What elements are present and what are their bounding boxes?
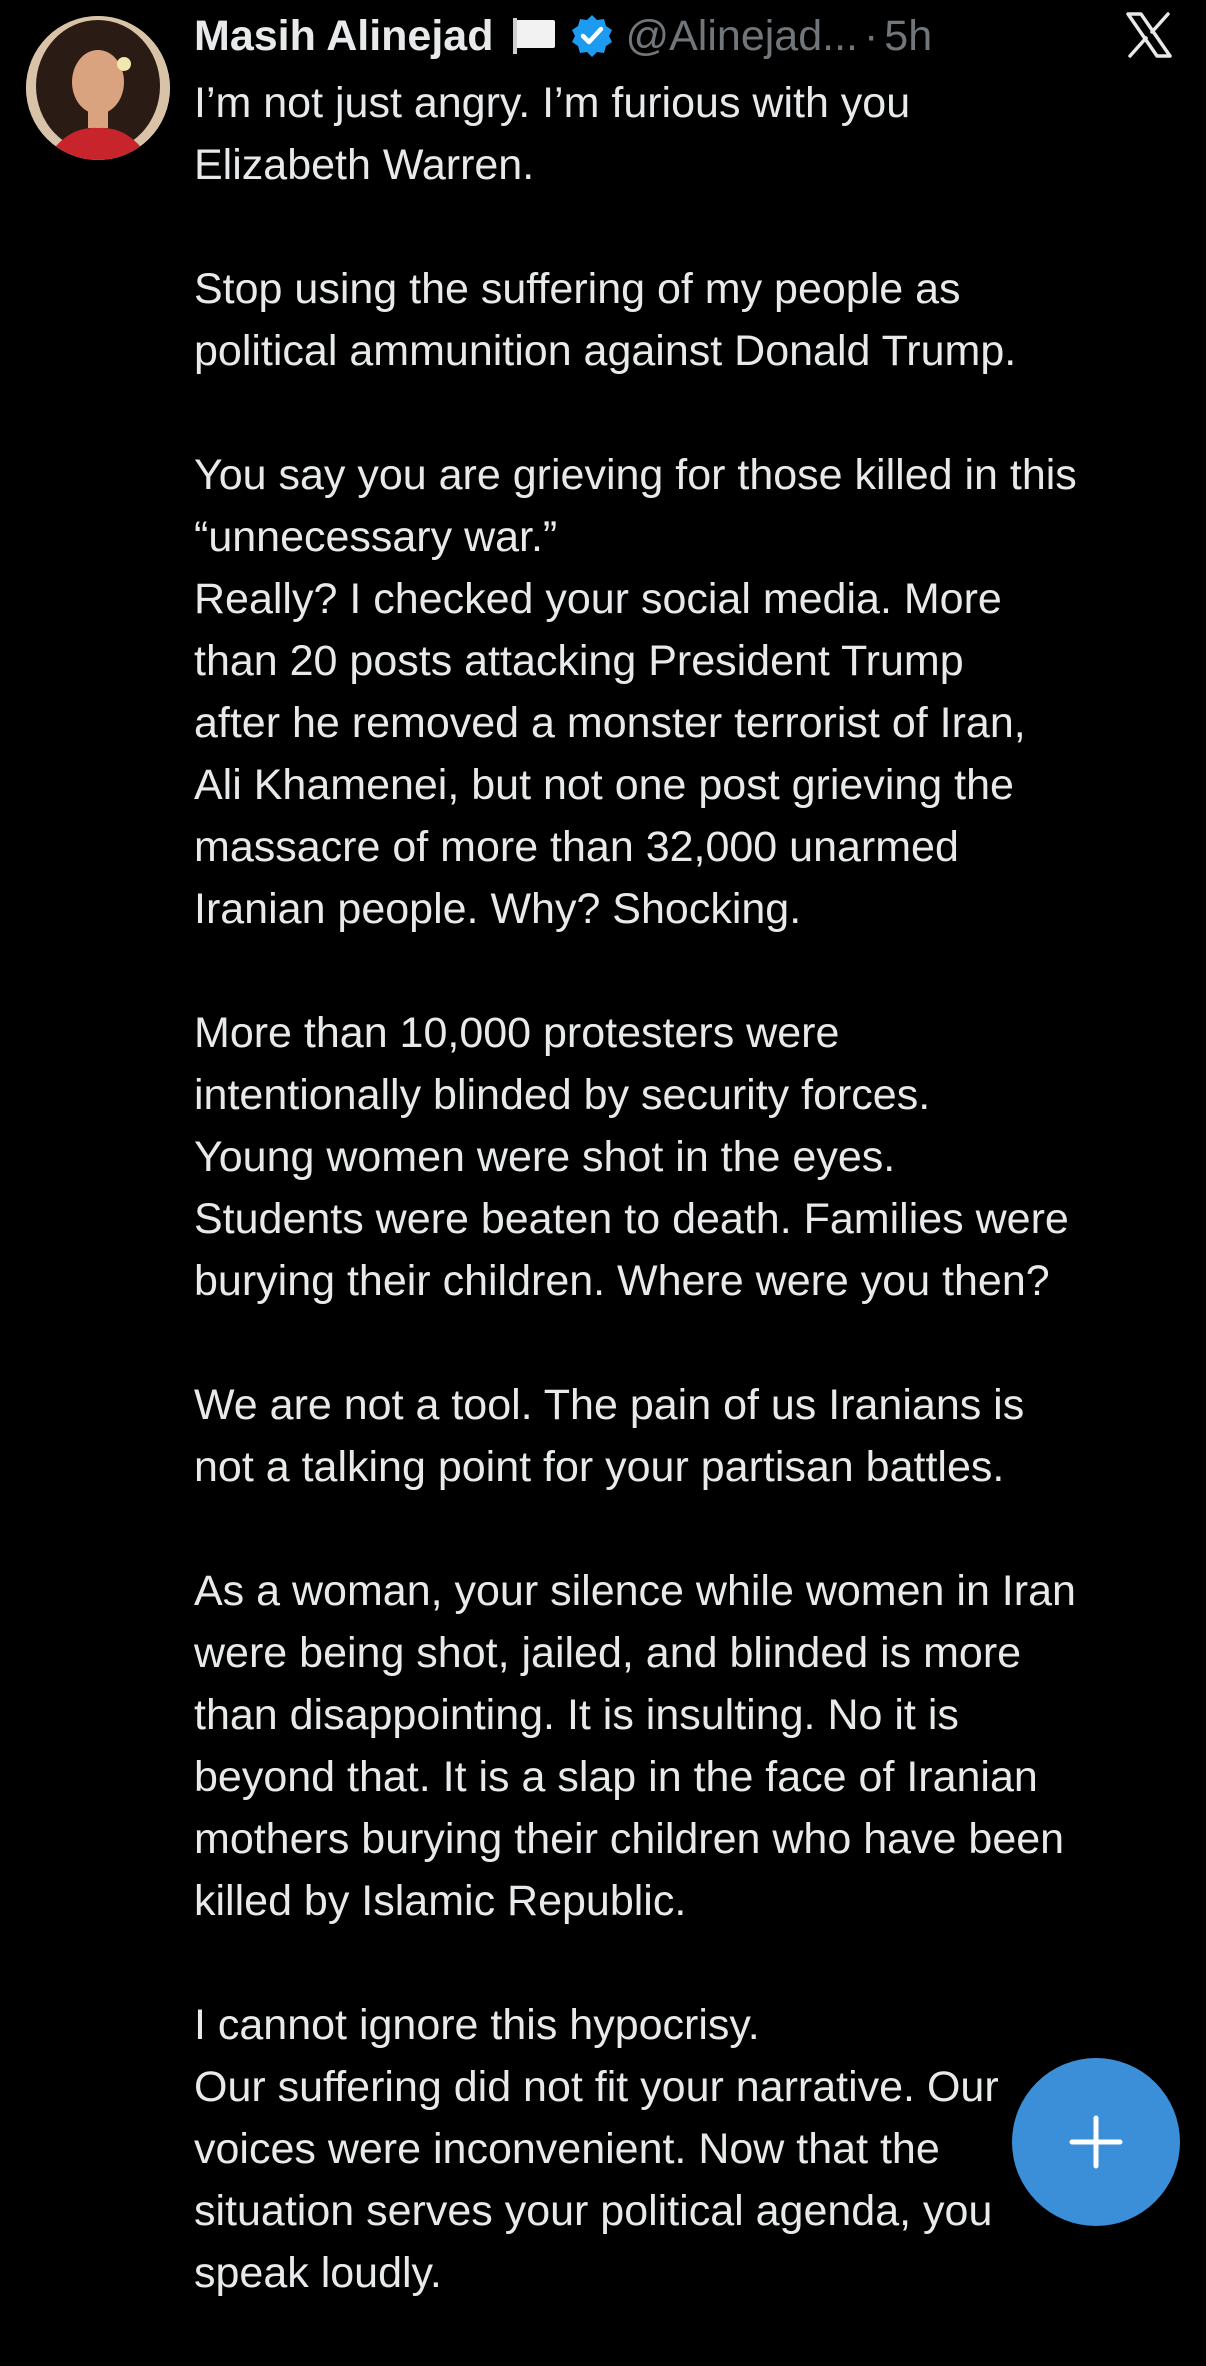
post-text-line: were being shot, jailed, and blinded is … bbox=[194, 1629, 1022, 1677]
separator-dot: · bbox=[863, 11, 879, 60]
post-text-line: after he removed a monster terrorist of … bbox=[194, 699, 1026, 747]
post-text-line: I’m not just angry. I’m furious with you bbox=[194, 79, 911, 127]
post-text-line: political ammunition against Donald Trum… bbox=[194, 327, 1017, 375]
post-text-line: Stop using the suffering of my people as bbox=[194, 265, 961, 313]
post-text-line: As a woman, your silence while women in … bbox=[194, 1567, 1076, 1615]
post-text-line: than 20 posts attacking President Trump bbox=[194, 637, 964, 685]
post-text-line: You say you are grieving for those kille… bbox=[194, 451, 1077, 499]
post-text-line: burying their children. Where were you t… bbox=[194, 1257, 1050, 1305]
post-text-line: More than 10,000 protesters were bbox=[194, 1009, 840, 1057]
post-text-line: Elizabeth Warren. bbox=[194, 141, 535, 189]
post-text-line: killed by Islamic Republic. bbox=[194, 1877, 687, 1925]
post-text-line: Really? I checked your social media. Mor… bbox=[194, 575, 1002, 623]
verified-badge-icon bbox=[569, 13, 615, 59]
post-text-line: beyond that. It is a slap in the face of… bbox=[194, 1753, 1038, 1801]
compose-button[interactable] bbox=[1012, 2058, 1180, 2226]
post-text-line: We are not a tool. The pain of us Irania… bbox=[194, 1381, 1025, 1429]
post-paragraph: As a woman, your silence while women in … bbox=[194, 1560, 1194, 1932]
x-logo-icon[interactable] bbox=[1124, 10, 1174, 60]
plus-icon bbox=[1069, 2115, 1123, 2169]
post-paragraph: You say you are grieving for those kille… bbox=[194, 444, 1194, 940]
post-text-line: Students were beaten to death. Families … bbox=[194, 1195, 1069, 1243]
post-header: Masih Alinejad @Alinejad... · 5h bbox=[194, 4, 932, 68]
author-name[interactable]: Masih Alinejad bbox=[194, 12, 493, 61]
post-text-line: than disappointing. It is insulting. No … bbox=[194, 1691, 959, 1739]
post-paragraph: I’m not just angry. I’m furious with you… bbox=[194, 72, 1194, 196]
post-paragraph: We are not a tool. The pain of us Irania… bbox=[194, 1374, 1194, 1498]
white-flag-icon bbox=[509, 16, 559, 56]
post-text-line: I cannot ignore this hypocrisy. bbox=[194, 2001, 760, 2049]
author-handle[interactable]: @Alinejad... bbox=[625, 12, 858, 61]
post-text-line: mothers burying their children who have … bbox=[194, 1815, 1065, 1863]
post-paragraph: More than 10,000 protesters were intentio… bbox=[194, 1002, 1194, 1312]
post-text-line: Young women were shot in the eyes. bbox=[194, 1133, 896, 1181]
post-text-line: Iranian people. Why? Shocking. bbox=[194, 885, 802, 933]
post-text-line: not a talking point for your partisan ba… bbox=[194, 1443, 1005, 1491]
post-text-line: “unnecessary war.” bbox=[194, 513, 558, 561]
post-text-line: speak loudly. bbox=[194, 2249, 442, 2297]
post-timestamp[interactable]: 5h bbox=[884, 12, 932, 61]
post-text-line: massacre of more than 32,000 unarmed bbox=[194, 823, 959, 871]
post-text: I’m not just angry. I’m furious with you… bbox=[194, 72, 1194, 2366]
post-paragraph: Stop using the suffering of my people as… bbox=[194, 258, 1194, 382]
post-text-line: Ali Khamenei, but not one post grieving … bbox=[194, 761, 1014, 809]
post-text-line: intentionally blinded by security forces… bbox=[194, 1071, 931, 1119]
avatar[interactable] bbox=[26, 16, 170, 160]
